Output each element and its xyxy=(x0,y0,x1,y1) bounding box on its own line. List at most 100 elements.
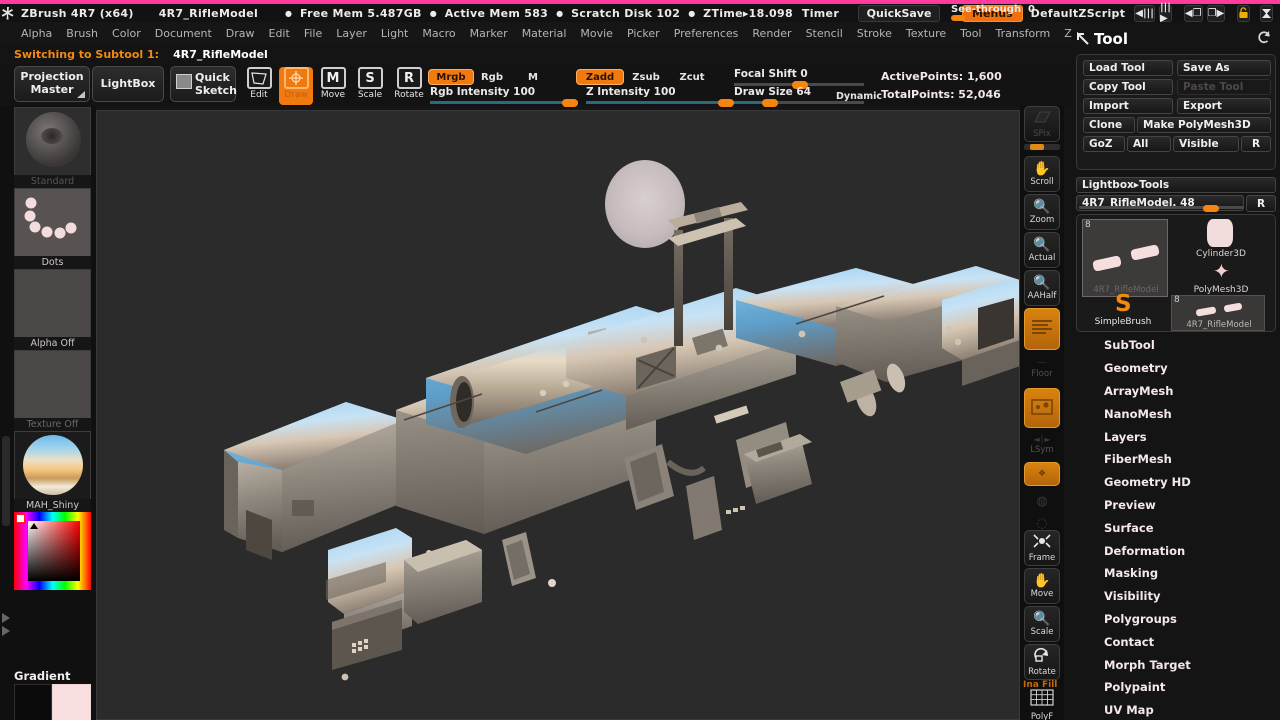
scroll-right-icon[interactable]: |||▶ xyxy=(1158,2,1172,24)
import-button[interactable]: Import xyxy=(1083,98,1173,114)
color-picker-sv-area[interactable] xyxy=(28,521,80,581)
tool-submenu-visibility[interactable]: Visibility xyxy=(1076,585,1276,608)
menu-item-alpha[interactable]: Alpha xyxy=(14,27,59,40)
move-button[interactable]: M Move xyxy=(316,67,350,105)
focal-shift-slider[interactable]: Focal Shift 0 xyxy=(734,68,864,89)
lightbox-tools-button[interactable]: Lightbox▸Tools xyxy=(1076,177,1276,193)
menu-item-preferences[interactable]: Preferences xyxy=(667,27,746,40)
zadd-toggle[interactable]: Zadd xyxy=(576,69,624,85)
foreground-color-swatch[interactable] xyxy=(14,684,52,720)
rgb-intensity-knob[interactable] xyxy=(562,99,578,107)
tile-left-icon[interactable]: ◀❐ xyxy=(1183,4,1203,22)
zcut-toggle[interactable]: Zcut xyxy=(676,69,708,85)
left-panel-scrollbar[interactable] xyxy=(2,436,10,526)
gallery-item-simplebrush[interactable]: S SimpleBrush xyxy=(1079,293,1167,331)
stroke-thumbnail[interactable] xyxy=(14,188,91,260)
z-intensity-slider[interactable]: Z Intensity 100 xyxy=(586,86,734,107)
rotate-nav-button[interactable]: Rotate xyxy=(1024,644,1060,680)
zsub-toggle[interactable]: Zsub xyxy=(630,69,662,85)
draw-button[interactable]: Draw xyxy=(279,67,313,105)
copy-tool-button[interactable]: Copy Tool xyxy=(1083,79,1173,95)
gallery-item-rifle-selected[interactable]: 8 4R7_RifleModel xyxy=(1082,219,1168,297)
lsym-button[interactable]: ◄│► LSym xyxy=(1024,432,1060,458)
menu-item-edit[interactable]: Edit xyxy=(262,27,297,40)
menu-item-stroke[interactable]: Stroke xyxy=(850,27,899,40)
visible-r-button[interactable]: R xyxy=(1241,136,1271,152)
menu-item-render[interactable]: Render xyxy=(745,27,798,40)
zoom-button[interactable]: 🔍 Zoom xyxy=(1024,194,1060,230)
viewport-canvas[interactable] xyxy=(96,110,1020,720)
rgb-toggle[interactable]: Rgb xyxy=(478,69,506,85)
save-as-button[interactable]: Save As xyxy=(1177,60,1271,76)
clone-button[interactable]: Clone xyxy=(1083,117,1135,133)
color-picker[interactable] xyxy=(14,512,91,590)
background-color-swatch[interactable] xyxy=(52,684,91,720)
persp-button[interactable]: SPix xyxy=(1024,106,1060,142)
see-through-knob[interactable] xyxy=(951,15,966,21)
z-intensity-knob[interactable] xyxy=(718,99,734,107)
tool-submenu-morph-target[interactable]: Morph Target xyxy=(1076,653,1276,676)
timer-button[interactable]: Timer xyxy=(798,7,844,20)
tool-submenu-nanomesh[interactable]: NanoMesh xyxy=(1076,402,1276,425)
quick-sketch-button[interactable]: Quick Sketch xyxy=(170,66,237,102)
move-nav-button[interactable]: ✋ Move xyxy=(1024,568,1060,604)
floor-grid-button[interactable] xyxy=(1024,388,1060,428)
mrgb-toggle[interactable]: Mrgb xyxy=(428,69,474,85)
tool-submenu-polypaint[interactable]: Polypaint xyxy=(1076,676,1276,699)
menu-item-document[interactable]: Document xyxy=(148,27,219,40)
tool-submenu-subtool[interactable]: SubTool xyxy=(1076,334,1276,357)
tool-submenu-polygroups[interactable]: Polygroups xyxy=(1076,608,1276,631)
rotate-button[interactable]: R Rotate xyxy=(392,67,426,105)
visible-button[interactable]: Visible xyxy=(1173,136,1239,152)
menu-item-draw[interactable]: Draw xyxy=(219,27,262,40)
scale-button[interactable]: S Scale xyxy=(353,67,387,105)
frame-button[interactable]: Frame xyxy=(1024,530,1060,566)
refresh-icon[interactable] xyxy=(1257,30,1272,49)
tool-submenu-preview[interactable]: Preview xyxy=(1076,494,1276,517)
menu-item-material[interactable]: Material xyxy=(515,27,574,40)
menu-item-transform[interactable]: Transform xyxy=(989,27,1058,40)
tool-submenu-geometry[interactable]: Geometry xyxy=(1076,357,1276,380)
menu-item-stencil[interactable]: Stencil xyxy=(799,27,850,40)
texture-thumbnail[interactable] xyxy=(14,350,91,422)
menu-item-file[interactable]: File xyxy=(297,27,329,40)
tool-submenu-masking[interactable]: Masking xyxy=(1076,562,1276,585)
tool-submenu-layers[interactable]: Layers xyxy=(1076,425,1276,448)
export-button[interactable]: Export xyxy=(1177,98,1271,114)
brush-thumbnail[interactable] xyxy=(14,107,91,179)
gallery-item-rifle-2[interactable]: 8 4R7_RifleModel xyxy=(1171,295,1265,331)
tool-submenu-contact[interactable]: Contact xyxy=(1076,630,1276,653)
actual-button[interactable]: 🔍 Actual xyxy=(1024,232,1060,268)
lightbox-button[interactable]: LightBox xyxy=(92,66,164,102)
tool-submenu-deformation[interactable]: Deformation xyxy=(1076,539,1276,562)
zscript-label[interactable]: DefaultZScript xyxy=(1026,7,1131,20)
xpose-button[interactable]: ❖ xyxy=(1024,462,1060,486)
quicksave-button[interactable]: QuickSave xyxy=(858,4,941,22)
transp-button[interactable]: ◍ xyxy=(1024,490,1060,512)
edit-button[interactable]: Edit xyxy=(242,67,276,105)
current-tool-knob[interactable] xyxy=(1203,205,1219,212)
spix-slider-track[interactable] xyxy=(1024,144,1060,150)
current-tool-slider[interactable]: 4R7_RifleModel. 48 xyxy=(1076,195,1244,212)
scroll-left-icon[interactable]: ◀||| xyxy=(1134,4,1155,22)
projection-master-button[interactable]: Projection Master xyxy=(14,66,90,102)
load-tool-button[interactable]: Load Tool xyxy=(1083,60,1173,76)
back-arrow-icon[interactable] xyxy=(1072,30,1094,49)
menu-item-brush[interactable]: Brush xyxy=(59,27,105,40)
tool-submenu-surface[interactable]: Surface xyxy=(1076,516,1276,539)
m-toggle[interactable]: M xyxy=(524,69,542,85)
material-thumbnail[interactable] xyxy=(14,431,91,503)
rgb-intensity-slider[interactable]: Rgb Intensity 100 xyxy=(430,86,578,107)
tool-submenu-arraymesh[interactable]: ArrayMesh xyxy=(1076,380,1276,403)
menu-item-tool[interactable]: Tool xyxy=(953,27,988,40)
all-button[interactable]: All xyxy=(1127,136,1171,152)
persp-lines-button[interactable] xyxy=(1024,308,1060,350)
spix-slider-knob[interactable] xyxy=(1030,144,1044,150)
aahalf-button[interactable]: 🔍 AAHalf xyxy=(1024,270,1060,306)
polyframe-button[interactable]: PolyF xyxy=(1024,688,1060,720)
menu-item-marker[interactable]: Marker xyxy=(463,27,515,40)
menu-item-color[interactable]: Color xyxy=(105,27,148,40)
alpha-thumbnail[interactable] xyxy=(14,269,91,341)
menu-item-light[interactable]: Light xyxy=(374,27,415,40)
make-polymesh3d-button[interactable]: Make PolyMesh3D xyxy=(1137,117,1271,133)
